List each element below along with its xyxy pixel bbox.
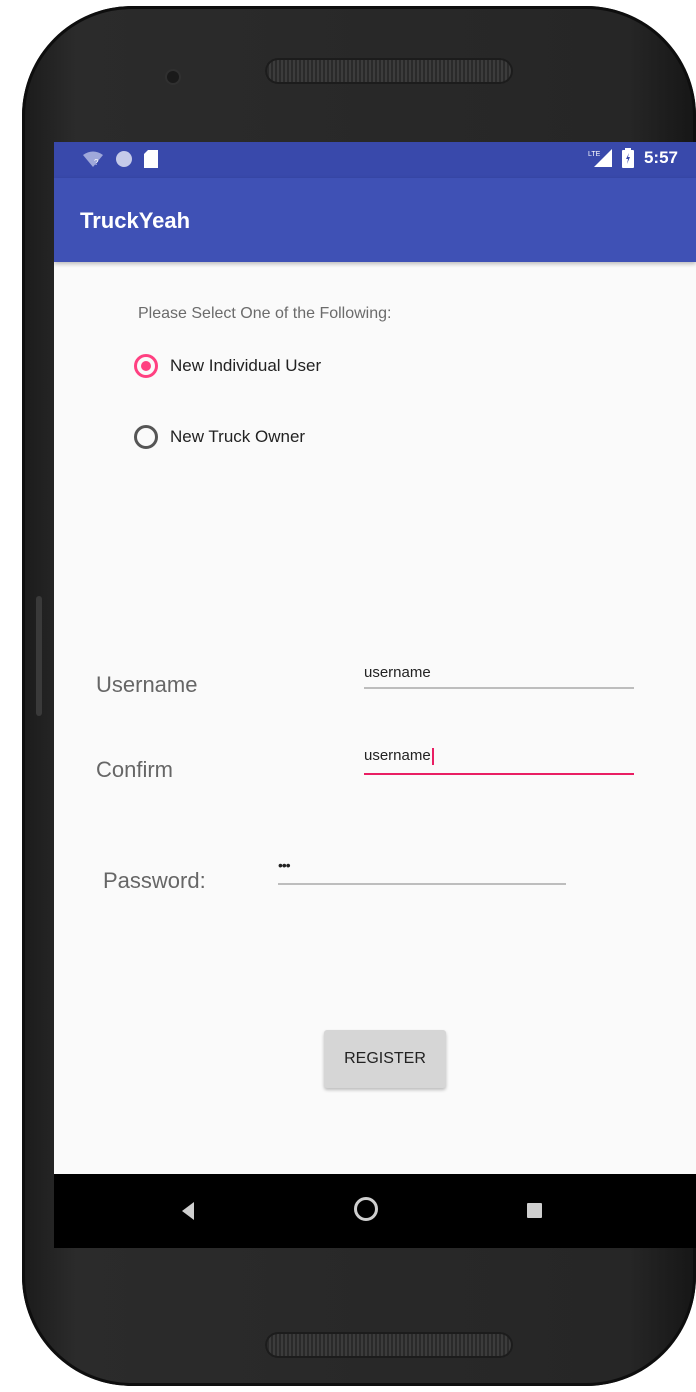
battery-icon — [621, 148, 634, 168]
home-icon[interactable] — [354, 1197, 378, 1221]
password-input-value: ••• — [278, 857, 291, 873]
password-label: Password: — [103, 868, 206, 893]
status-bar: ? LTE 5:57 — [54, 142, 696, 178]
radio-checked-icon[interactable] — [134, 354, 158, 378]
confirm-input[interactable]: username — [364, 747, 634, 775]
back-icon[interactable] — [182, 1202, 194, 1220]
app-title: TruckYeah — [80, 208, 191, 233]
username-label: Username — [96, 672, 198, 697]
recents-icon[interactable] — [527, 1203, 542, 1218]
sd-card-icon — [144, 150, 158, 168]
wifi-icon: ? — [83, 151, 103, 167]
password-input[interactable]: ••• — [278, 857, 566, 885]
side-button — [36, 596, 42, 716]
confirm-label: Confirm — [96, 757, 174, 782]
svg-text:?: ? — [94, 158, 99, 167]
selection-prompt: Please Select One of the Following: — [138, 305, 392, 322]
radio-label: New Truck Owner — [170, 427, 306, 446]
navigation-bar — [54, 1174, 696, 1248]
confirm-input-value: username — [364, 747, 431, 764]
app-bar: TruckYeah — [54, 178, 696, 262]
register-button[interactable]: REGISTER — [324, 1030, 446, 1088]
lte-signal-icon: LTE — [588, 149, 612, 167]
screen: ? LTE 5:57 TruckYeah Please Select One o… — [54, 142, 696, 1248]
status-time: 5:57 — [643, 148, 678, 167]
radio-new-truck-owner[interactable]: New Truck Owner — [134, 425, 305, 449]
circle-notification-icon — [116, 151, 132, 167]
radio-label: New Individual User — [170, 356, 322, 375]
username-input[interactable] — [364, 664, 634, 689]
radio-unchecked-icon[interactable] — [134, 425, 158, 449]
radio-new-individual-user[interactable]: New Individual User — [134, 354, 321, 378]
front-camera — [167, 71, 179, 83]
bottom-speaker — [265, 1332, 513, 1358]
text-cursor — [431, 747, 434, 765]
top-speaker — [265, 58, 513, 84]
svg-text:LTE: LTE — [588, 151, 601, 158]
